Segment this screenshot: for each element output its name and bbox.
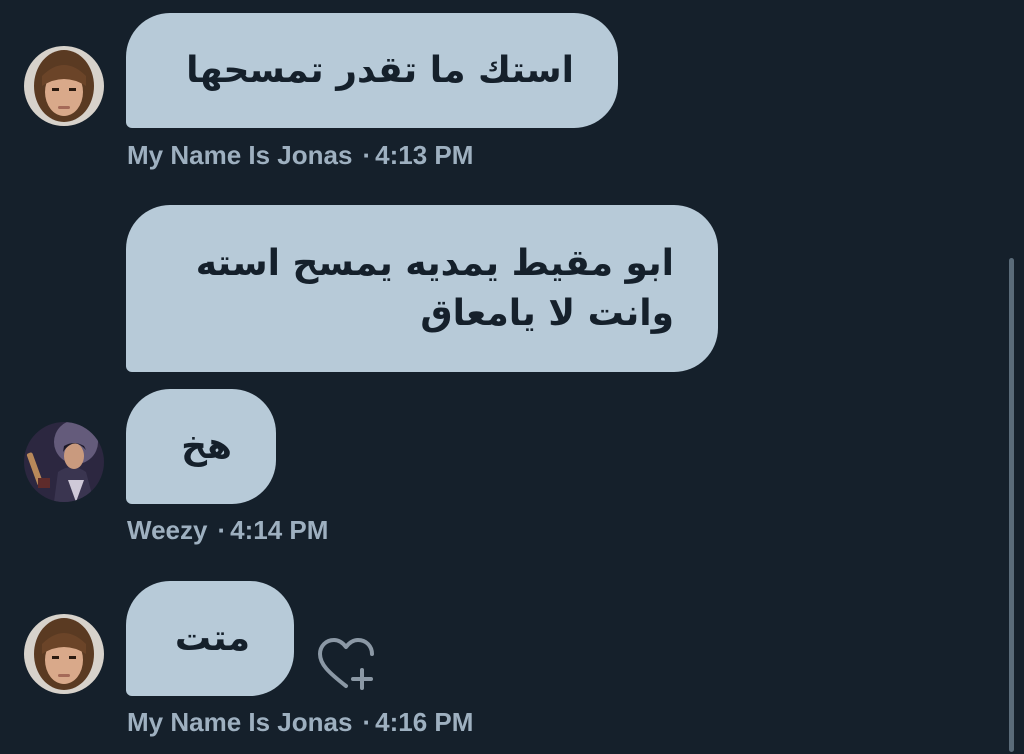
message-meta: My Name Is Jonas · 4:13 PM [127,140,473,171]
message-text: هخ [181,425,232,467]
meta-separator: · [362,140,372,170]
message-bubble[interactable]: متت [126,581,294,696]
avatar-jonas[interactable] [24,614,104,694]
scrollbar[interactable] [1009,258,1014,752]
heart-plus-icon[interactable] [316,636,376,692]
conversation-view: استك ما تقدر تمسحها My Name Is Jonas · 4:1… [0,0,1024,754]
meta-separator: · [217,515,227,545]
avatar-jonas[interactable] [24,46,104,126]
avatar-weezy[interactable] [24,422,104,502]
message-bubble[interactable]: هخ [126,389,276,504]
message-text-line: وانت لا يامعاق [420,292,674,334]
message-time: 4:16 PM [375,707,474,737]
message-text: استك ما تقدر تمسحها [186,49,574,91]
message-meta: Weezy · 4:14 PM [127,515,328,546]
message-meta: My Name Is Jonas · 4:16 PM [127,707,473,738]
meta-separator: · [362,707,372,737]
message-time: 4:13 PM [375,140,474,170]
message-time: 4:14 PM [230,515,329,545]
sender-name[interactable]: My Name Is Jonas [127,707,352,737]
message-text: متت [174,617,250,659]
message-text-line: ابو مقيط يمديه يمسح استه [195,242,674,284]
message-bubble[interactable]: استك ما تقدر تمسحها [126,13,618,128]
sender-name[interactable]: My Name Is Jonas [127,140,352,170]
sender-name[interactable]: Weezy [127,515,207,545]
message-bubble[interactable]: ابو مقيط يمديه يمسح استه وانت لا يامعاق [126,205,718,372]
